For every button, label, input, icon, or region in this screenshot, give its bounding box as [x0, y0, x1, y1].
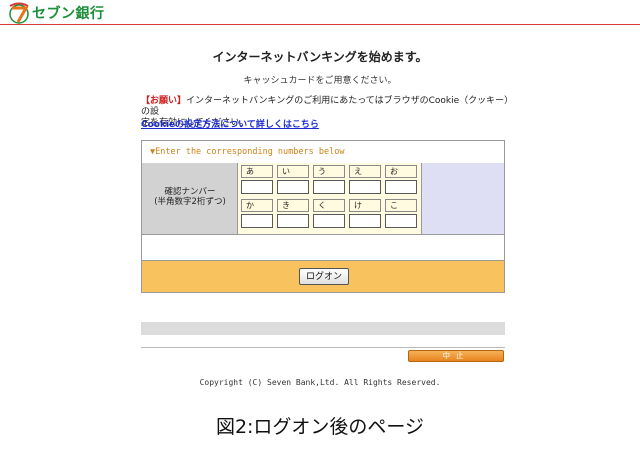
input-ku[interactable]: [313, 214, 345, 228]
input-ka[interactable]: [241, 214, 273, 228]
instruction-text: ▼Enter the corresponding numbers below: [150, 147, 345, 157]
input-e[interactable]: [349, 180, 381, 194]
input-u[interactable]: [313, 180, 345, 194]
label-line2: (半角数字2桁ずつ): [154, 197, 226, 207]
input-i[interactable]: [277, 180, 309, 194]
kana-label-ku: く: [313, 199, 345, 212]
input-ki[interactable]: [277, 214, 309, 228]
seven-bank-logo-icon: [9, 2, 29, 24]
kana-label-e: え: [349, 165, 381, 178]
label-line1: 確認ナンバー: [164, 187, 216, 197]
kana-label-ka: か: [241, 199, 273, 212]
cookie-help-link[interactable]: Cookieの設定方法について詳しくはこちら: [141, 117, 319, 130]
page-subtitle: キャッシュカードをご用意ください。: [243, 76, 397, 86]
copyright-text: Copyright (C) Seven Bank,Ltd. All Rights…: [199, 378, 441, 387]
confirm-number-label: 確認ナンバー (半角数字2桁ずつ): [142, 187, 238, 207]
site-header: セブン銀行: [0, 0, 640, 25]
blank-row: [142, 234, 504, 261]
logo-text: セブン銀行: [32, 6, 105, 22]
notice-line1: インターネットバンキングのご利用にあたってはブラウザのCookie（クッキー）の…: [141, 96, 509, 117]
stop-button[interactable]: 中止: [408, 350, 504, 362]
button-row: ログオン: [142, 261, 504, 292]
divider: [141, 347, 505, 348]
page-title: インターネットバンキングを始めます。: [212, 50, 428, 64]
kana-label-u: う: [313, 165, 345, 178]
kana-label-ko: こ: [385, 199, 417, 212]
kana-label-o: お: [385, 165, 417, 178]
input-ko[interactable]: [385, 214, 417, 228]
kana-label-ke: け: [349, 199, 381, 212]
input-o[interactable]: [385, 180, 417, 194]
kana-label-i: い: [277, 165, 309, 178]
kana-label-ki: き: [277, 199, 309, 212]
figure-caption: 図2:ログオン後のページ: [215, 416, 425, 438]
logon-button[interactable]: ログオン: [299, 268, 349, 285]
side-cell: [422, 163, 504, 234]
confirm-number-label-cell: 確認ナンバー (半角数字2桁ずつ): [142, 163, 238, 234]
confirm-number-grid: あ い う え お か き く け こ: [238, 163, 422, 234]
status-bar: [141, 322, 505, 335]
logon-panel: ▼Enter the corresponding numbers below 確…: [141, 140, 505, 293]
kana-label-a: あ: [241, 165, 273, 178]
input-ke[interactable]: [349, 214, 381, 228]
notice-tag: 【お願い】: [141, 96, 187, 106]
panel-header: ▼Enter the corresponding numbers below: [142, 141, 504, 164]
input-a[interactable]: [241, 180, 273, 194]
